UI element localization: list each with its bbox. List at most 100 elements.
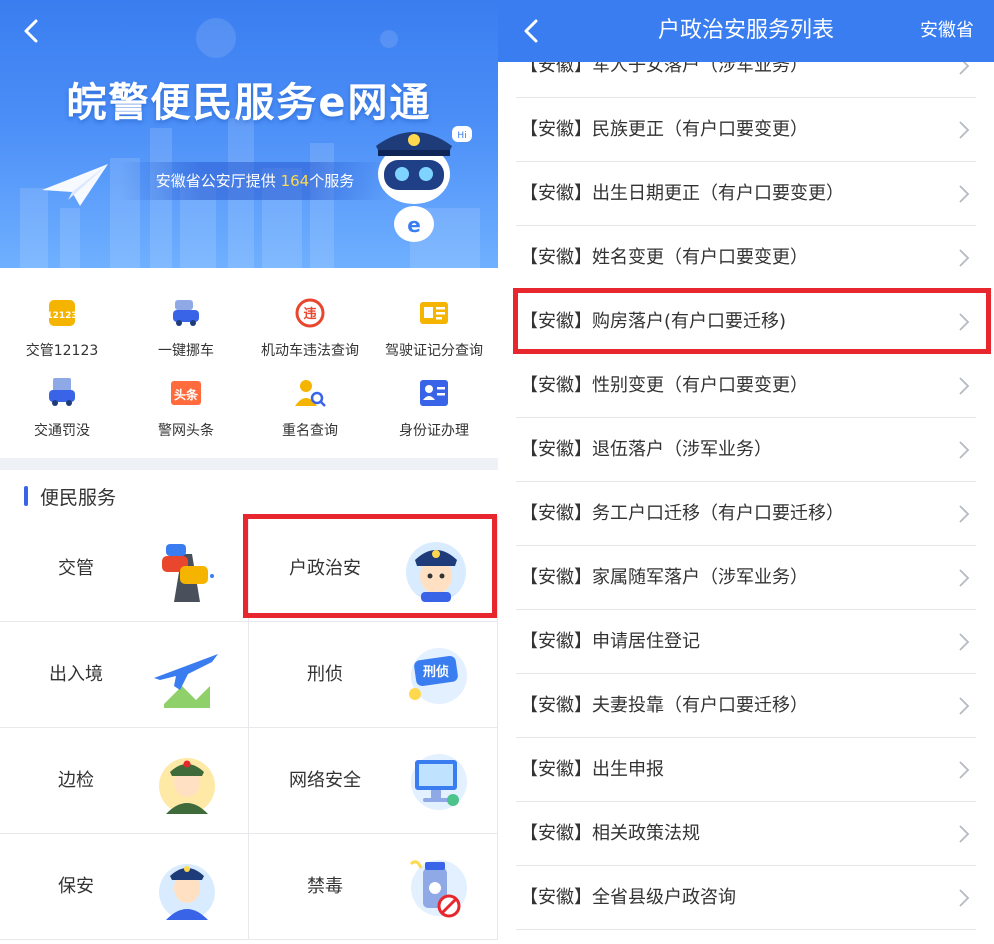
left-panel: 皖警便民服务e网通 安徽省公安厅提供 164个服务 e Hi 12123 交管1… xyxy=(0,0,498,944)
chevron-right-icon xyxy=(959,441,970,459)
list-item[interactable]: 【安徽】相关政策法规 xyxy=(516,802,976,866)
chevron-right-icon xyxy=(959,313,970,331)
border-officer-icon xyxy=(159,758,215,814)
service-label: 出入境 xyxy=(49,664,103,685)
list-item[interactable]: 【安徽】申请居住登记 xyxy=(516,610,976,674)
service-label: 户政治安 xyxy=(289,558,361,579)
chevron-right-icon xyxy=(959,505,970,523)
quick-item-label: 重名查询 xyxy=(282,423,338,439)
list-item-label: 【安徽】申请居住登记 xyxy=(520,631,700,652)
right-panel: 户政治安服务列表 安徽省 【安徽】军人子女落户（涉军业务） 【安徽】民族更正（有… xyxy=(498,0,994,944)
chevron-right-icon xyxy=(959,889,970,907)
list-item-label: 【安徽】相关政策法规 xyxy=(520,823,700,844)
chevron-right-icon xyxy=(959,761,970,779)
svg-text:12123: 12123 xyxy=(46,311,77,321)
traffic-fine-icon xyxy=(49,378,75,406)
service-anti-drug[interactable]: 禁毒 xyxy=(249,834,498,940)
quick-item-label: 警网头条 xyxy=(158,423,214,439)
list-item[interactable]: 【安徽】民族更正（有户口要变更） xyxy=(516,98,976,162)
list-item-label: 【安徽】性别变更（有户口要变更） xyxy=(520,375,808,396)
quick-item-label: 一键挪车 xyxy=(158,343,214,359)
paper-plane-icon xyxy=(42,164,108,206)
service-criminal-investigation[interactable]: 刑侦 刑侦 xyxy=(249,622,498,728)
quick-services: 12123 交管12123 一键挪车 违 机动车违法查询 驾驶证记分查询 交通罚… xyxy=(0,272,498,467)
traffic-12123-icon: 12123 xyxy=(46,300,78,326)
list-item[interactable]: 【安徽】全省县级户政咨询 xyxy=(516,866,976,930)
service-count: 164 xyxy=(280,172,310,190)
quick-item-move-car[interactable]: 一键挪车 xyxy=(124,296,248,366)
police-officer-icon xyxy=(406,542,466,602)
chevron-right-icon xyxy=(959,249,970,267)
list-item[interactable]: 【安徽】退伍落户（涉军业务） xyxy=(516,418,976,482)
list-item[interactable]: 【安徽】出生申报 xyxy=(516,738,976,802)
quick-item-id-card[interactable]: 身份证办理 xyxy=(372,376,496,446)
list-item-label: 【安徽】出生申报 xyxy=(520,759,664,780)
service-traffic[interactable]: 交管 xyxy=(0,516,249,622)
anti-drug-icon xyxy=(409,860,467,918)
security-guard-icon xyxy=(159,864,215,920)
list-item[interactable]: 【安徽】性别变更（有户口要变更） xyxy=(516,354,976,418)
traffic-icon xyxy=(162,544,214,602)
chevron-right-icon xyxy=(959,185,970,203)
list-item-label: 【安徽】务工户口迁移（有户口要迁移） xyxy=(520,503,844,524)
list-item-label: 【安徽】退伍落户（涉军业务） xyxy=(520,439,772,460)
service-label: 禁毒 xyxy=(307,876,343,897)
svg-text:刑侦: 刑侦 xyxy=(423,664,449,680)
list-item-label: 【安徽】出生日期更正（有户口要变更） xyxy=(520,183,844,204)
police-robot-mascot-icon: e Hi xyxy=(376,126,472,242)
chevron-right-icon xyxy=(959,633,970,651)
quick-item-traffic-12123[interactable]: 12123 交管12123 xyxy=(0,296,124,366)
airplane-icon xyxy=(154,654,218,708)
service-household-security[interactable]: 户政治安 xyxy=(249,516,498,622)
svg-text:Hi: Hi xyxy=(457,131,466,141)
list-item-label: 【安徽】姓名变更（有户口要变更） xyxy=(520,247,808,268)
name-search-icon xyxy=(295,380,326,407)
quick-item-violation-query[interactable]: 违 机动车违法查询 xyxy=(248,296,372,366)
criminal-investigation-icon: 刑侦 xyxy=(409,648,467,704)
section-accent-bar xyxy=(24,486,28,506)
quick-item-traffic-fine[interactable]: 交通罚没 xyxy=(0,376,124,446)
list-item[interactable]: 【安徽】姓名变更（有户口要变更） xyxy=(516,226,976,290)
service-security-guard[interactable]: 保安 xyxy=(0,834,249,940)
id-card-icon xyxy=(420,380,448,406)
computer-icon xyxy=(411,754,467,810)
list-item[interactable]: 【安徽】务工户口迁移（有户口要迁移） xyxy=(516,482,976,546)
license-points-icon xyxy=(420,302,448,324)
quick-item-police-news[interactable]: 头条 警网头条 xyxy=(124,376,248,446)
section-divider xyxy=(0,458,498,470)
top-bar: 户政治安服务列表 安徽省 xyxy=(498,0,994,62)
chevron-right-icon xyxy=(959,377,970,395)
section-header: 便民服务 xyxy=(0,478,498,514)
list-item-label: 【安徽】民族更正（有户口要变更） xyxy=(520,119,808,140)
quick-item-name-query[interactable]: 重名查询 xyxy=(248,376,372,446)
service-label: 网络安全 xyxy=(289,770,361,791)
list-item[interactable]: 【安徽】家属随军落户（涉军业务） xyxy=(516,546,976,610)
service-cyber-security[interactable]: 网络安全 xyxy=(249,728,498,834)
list-item-label: 【安徽】家属随军落户（涉军业务） xyxy=(520,567,808,588)
service-border-inspection[interactable]: 边检 xyxy=(0,728,249,834)
chevron-right-icon xyxy=(959,697,970,715)
quick-item-label: 机动车违法查询 xyxy=(261,343,359,359)
service-exit-entry[interactable]: 出入境 xyxy=(0,622,249,728)
subtitle-prefix: 安徽省公安厅提供 xyxy=(155,172,281,190)
list-item[interactable]: 【安徽】出生日期更正（有户口要变更） xyxy=(516,162,976,226)
banner-subtitle: 安徽省公安厅提供 164个服务 xyxy=(120,162,390,200)
list-item-label: 【安徽】夫妻投靠（有户口要迁移） xyxy=(520,695,808,716)
violation-icon: 违 xyxy=(295,298,325,328)
banner: 皖警便民服务e网通 安徽省公安厅提供 164个服务 e Hi xyxy=(0,0,498,268)
list-item[interactable]: 【安徽】夫妻投靠（有户口要迁移） xyxy=(516,674,976,738)
quick-item-label: 身份证办理 xyxy=(399,423,469,439)
chevron-right-icon xyxy=(959,121,970,139)
list-item-label: 【安徽】全省县级户政咨询 xyxy=(520,887,736,908)
list-item[interactable]: 【安徽】购房落户(有户口要迁移) xyxy=(516,290,976,354)
quick-item-label: 交通罚没 xyxy=(34,423,90,439)
service-label: 边检 xyxy=(58,770,94,791)
quick-item-label: 驾驶证记分查询 xyxy=(385,343,483,359)
list-item-label: 【安徽】购房落户(有户口要迁移) xyxy=(520,311,787,332)
service-label: 刑侦 xyxy=(307,664,343,685)
back-icon[interactable] xyxy=(18,16,48,46)
region-selector[interactable]: 安徽省 xyxy=(920,0,974,62)
quick-item-license-points[interactable]: 驾驶证记分查询 xyxy=(372,296,496,366)
news-icon: 头条 xyxy=(171,381,201,405)
subtitle-suffix: 个服务 xyxy=(309,172,355,190)
